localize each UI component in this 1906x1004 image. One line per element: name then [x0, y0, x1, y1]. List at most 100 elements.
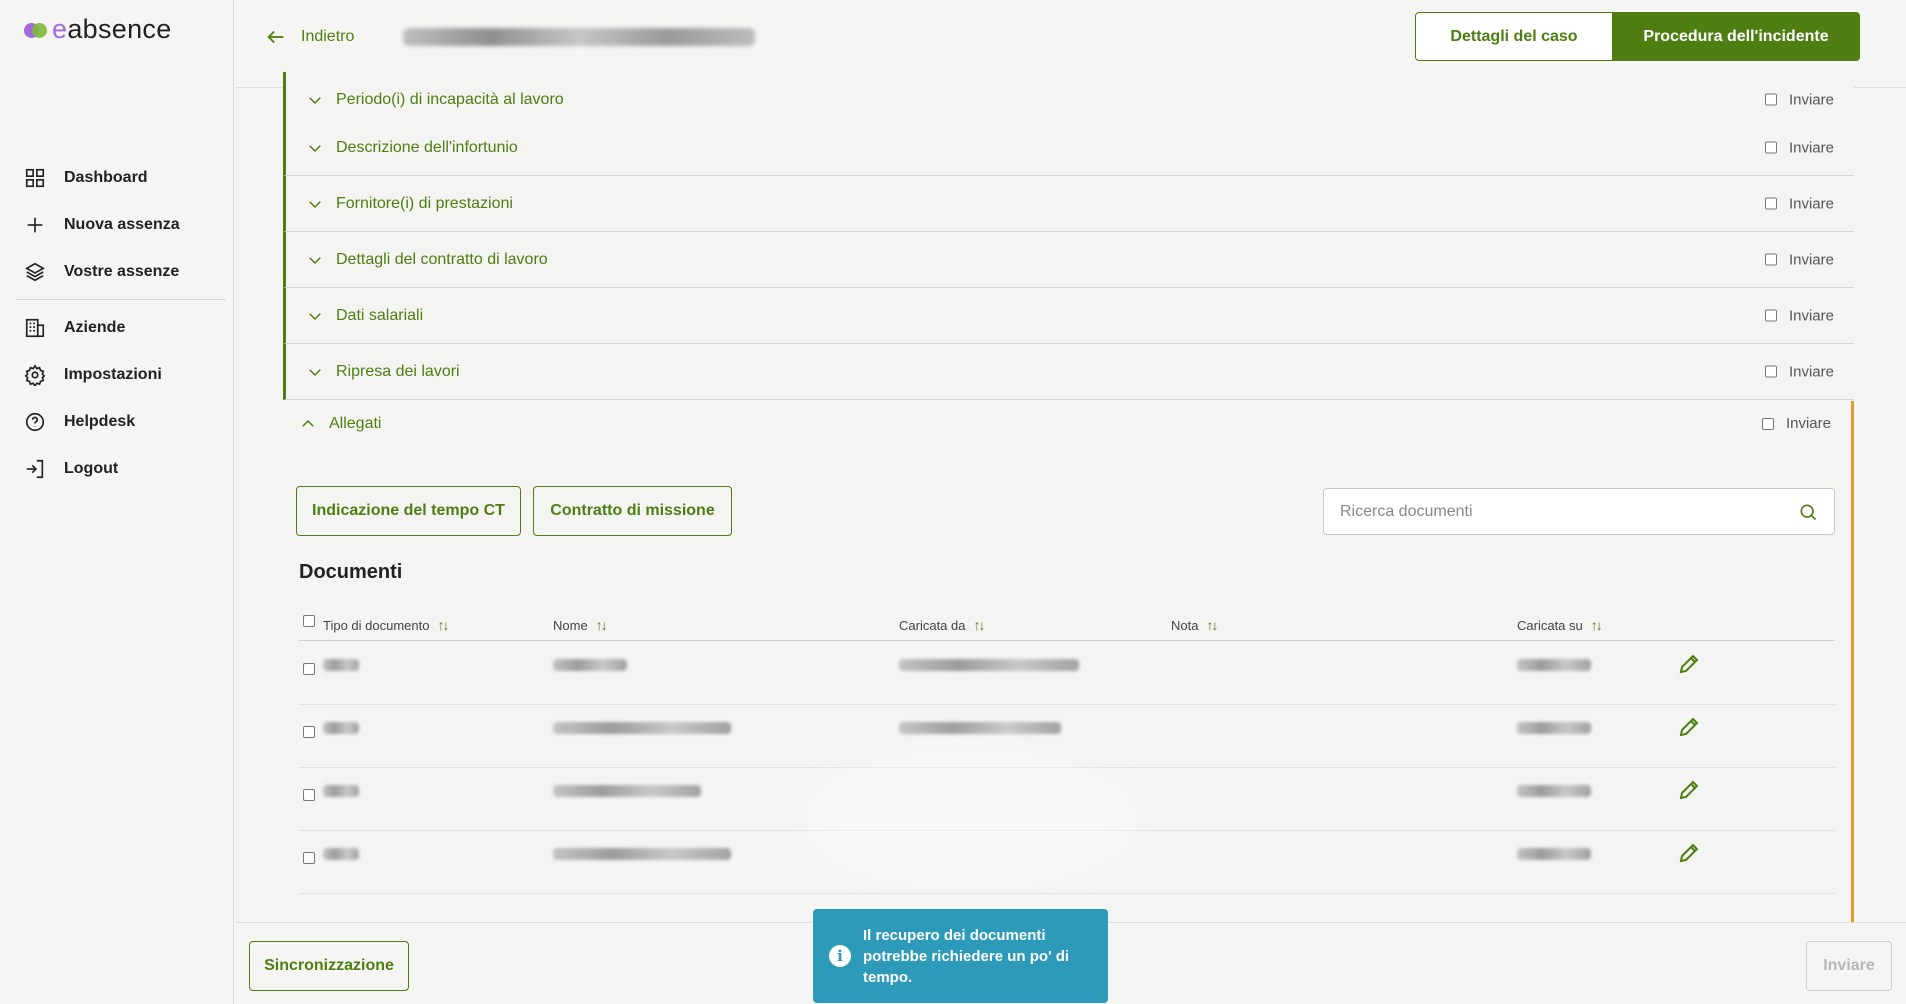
column-label: Nome [553, 617, 588, 633]
chevron-down-icon [309, 368, 321, 376]
logo[interactable]: eabsence [24, 14, 172, 45]
column-label: Tipo di documento [323, 617, 430, 633]
column-label: Caricata su [1517, 617, 1583, 633]
sidebar-item-logout[interactable]: Logout [16, 445, 226, 492]
sort-icon[interactable]: ↑↓ [437, 617, 449, 633]
pencil-icon[interactable] [1677, 715, 1701, 739]
accordion-section-contract[interactable]: Dettagli del contratto di lavoro Inviare [283, 232, 1854, 288]
search-input[interactable] [1340, 502, 1780, 521]
column-uploaded-on[interactable]: Caricata su ↑↓ [1517, 617, 1603, 633]
sort-icon[interactable]: ↑↓ [596, 617, 608, 633]
back-button[interactable]: Indietro [265, 26, 354, 48]
redacted-cell [553, 848, 731, 860]
chevron-down-icon [309, 144, 321, 152]
send-label: Inviare [1788, 307, 1834, 324]
accordion-section-resumption[interactable]: Ripresa dei lavori Inviare [283, 344, 1854, 400]
send-checkbox[interactable] [1764, 309, 1777, 322]
redacted-cell [1517, 785, 1591, 797]
send-toggle[interactable]: Inviare [1764, 195, 1834, 212]
send-checkbox[interactable] [1764, 197, 1777, 210]
send-label: Inviare [1788, 363, 1834, 380]
pencil-icon[interactable] [1677, 841, 1701, 865]
sync-button[interactable]: Sincronizzazione [249, 941, 409, 991]
send-toggle[interactable]: Inviare [1764, 91, 1834, 108]
send-checkbox[interactable] [1761, 417, 1774, 430]
send-label: Inviare [1788, 91, 1834, 108]
row-checkbox[interactable] [303, 789, 315, 801]
info-toast: i Il recupero dei documenti potrebbe ric… [813, 909, 1108, 1003]
chevron-up-icon [302, 419, 314, 427]
send-toggle[interactable]: Inviare [1764, 307, 1834, 324]
column-label: Caricata da [899, 617, 966, 633]
send-toggle[interactable]: Inviare [1764, 139, 1834, 156]
column-name[interactable]: Nome ↑↓ [553, 617, 608, 633]
dashboard-icon [25, 168, 45, 187]
logo-mark-icon [24, 21, 48, 39]
sort-icon[interactable]: ↑↓ [1206, 617, 1218, 633]
send-toggle[interactable]: Inviare [1761, 415, 1831, 432]
send-toggle[interactable]: Inviare [1764, 363, 1834, 380]
pencil-icon[interactable] [1677, 652, 1701, 676]
section-title: Dati salariali [336, 306, 424, 324]
tab-case-details[interactable]: Dettagli del caso [1415, 12, 1613, 61]
documents-table-header: Tipo di documento ↑↓ Nome ↑↓ Caricata da ↑↓… [299, 613, 1835, 641]
sidebar-item-new-absence[interactable]: Nuova assenza [16, 201, 226, 248]
redacted-cell [899, 659, 1079, 671]
search-icon[interactable] [1798, 502, 1818, 522]
send-button[interactable]: Inviare [1806, 941, 1892, 991]
attachments-header[interactable]: Allegati [299, 415, 381, 433]
accordion-section-injury-description[interactable]: Descrizione dell'infortunio Inviare [283, 120, 1854, 176]
sort-icon[interactable]: ↑↓ [1591, 617, 1603, 633]
row-checkbox[interactable] [303, 663, 315, 675]
row-checkbox[interactable] [303, 852, 315, 864]
column-uploaded-by[interactable]: Caricata da ↑↓ [899, 617, 985, 633]
select-all-checkbox[interactable] [303, 615, 315, 627]
send-checkbox[interactable] [1764, 141, 1777, 154]
back-label: Indietro [301, 28, 355, 45]
case-title-redacted [403, 28, 755, 46]
chevron-down-icon [309, 200, 321, 208]
redacted-cell [1517, 848, 1591, 860]
accordion-section-salary[interactable]: Dati salariali Inviare [283, 288, 1854, 344]
sidebar-item-helpdesk[interactable]: Helpdesk [16, 398, 226, 445]
send-checkbox[interactable] [1764, 253, 1777, 266]
building-icon [25, 318, 45, 337]
mission-contract-button[interactable]: Contratto di missione [533, 486, 732, 536]
sidebar-item-settings[interactable]: Impostazioni [16, 351, 226, 398]
send-label: Inviare [1788, 139, 1834, 156]
tab-incident-procedure[interactable]: Procedura dell'incidente [1612, 12, 1860, 61]
documents-title: Documenti [299, 561, 403, 583]
sidebar-item-companies[interactable]: Aziende [16, 304, 226, 351]
section-title: Fornitore(i) di prestazioni [336, 194, 513, 212]
ct-time-indication-button[interactable]: Indicazione del tempo CT [296, 486, 521, 536]
table-row[interactable] [299, 642, 1835, 705]
send-checkbox[interactable] [1764, 365, 1777, 378]
table-row[interactable] [299, 705, 1835, 768]
section-title: Allegati [329, 415, 382, 432]
loading-overlay [800, 750, 1140, 890]
section-title: Descrizione dell'infortunio [336, 138, 518, 156]
sidebar-item-dashboard[interactable]: Dashboard [16, 154, 226, 201]
row-checkbox[interactable] [303, 726, 315, 738]
chevron-down-icon [309, 256, 321, 264]
accordion-section-providers[interactable]: Fornitore(i) di prestazioni Inviare [283, 176, 1854, 232]
send-label: Inviare [1788, 195, 1834, 212]
column-label: Nota [1171, 617, 1199, 633]
logout-icon [26, 459, 44, 478]
redacted-cell [899, 722, 1061, 734]
pencil-icon[interactable] [1677, 778, 1701, 802]
column-note[interactable]: Nota ↑↓ [1171, 617, 1218, 633]
redacted-cell [553, 785, 701, 797]
redacted-cell [1517, 659, 1591, 671]
send-toggle[interactable]: Inviare [1764, 251, 1834, 268]
sidebar-nav: Dashboard Nuova assenza Vostre assenze A… [16, 154, 226, 492]
sidebar-item-your-absences[interactable]: Vostre assenze [16, 248, 226, 295]
info-icon: i [829, 945, 851, 967]
redacted-cell [553, 722, 731, 734]
sort-icon[interactable]: ↑↓ [973, 617, 985, 633]
column-document-type[interactable]: Tipo di documento ↑↓ [323, 617, 449, 633]
redacted-cell [323, 848, 359, 860]
sidebar-item-label: Aziende [64, 318, 126, 336]
document-search[interactable] [1323, 488, 1835, 535]
send-checkbox[interactable] [1764, 93, 1777, 106]
